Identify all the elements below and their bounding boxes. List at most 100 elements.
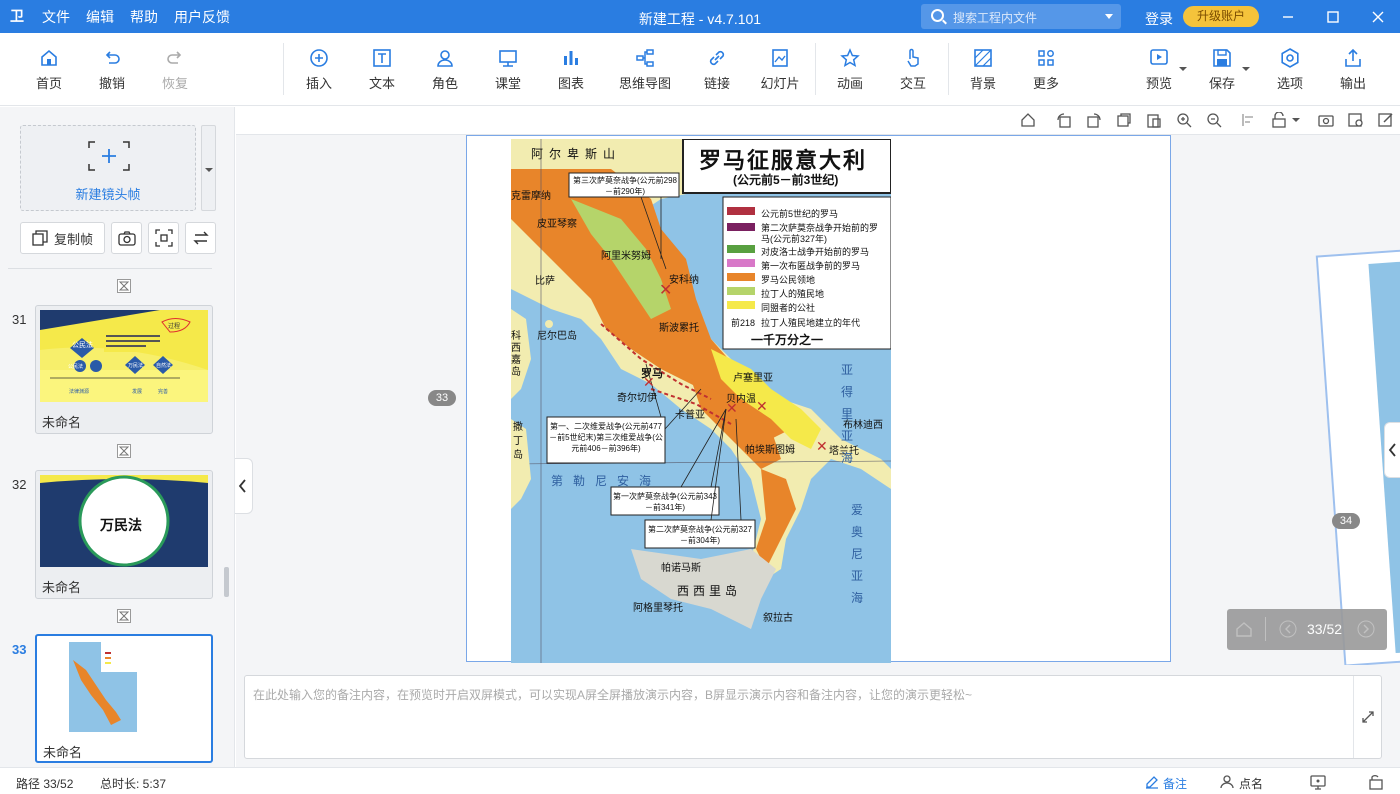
- chevron-down-icon[interactable]: [1242, 67, 1250, 75]
- menu-edit[interactable]: 编辑: [86, 7, 114, 27]
- insert-button[interactable]: 插入: [291, 47, 347, 92]
- play-icon: [1150, 49, 1168, 65]
- save-icon: [1213, 49, 1231, 67]
- background-button[interactable]: 背景: [955, 47, 1011, 92]
- redo-button[interactable]: 恢复: [147, 47, 203, 92]
- chart-icon: [564, 51, 578, 65]
- chevron-down-icon[interactable]: [1105, 14, 1113, 23]
- link-icon: [709, 50, 725, 66]
- link-button[interactable]: 链接: [689, 47, 745, 92]
- sidebar-scrollbar[interactable]: [224, 567, 229, 597]
- menu-file[interactable]: 文件: [42, 7, 70, 27]
- path-status: 路径 33/52: [16, 777, 74, 791]
- rollcall-button[interactable]: 点名: [1239, 775, 1263, 792]
- app-logo: 卫: [10, 8, 24, 24]
- close-button[interactable]: [1358, 0, 1398, 33]
- slide-canvas[interactable]: ✕ ✕ ✕ ✕ ✕ 罗马征服意大利 (公元前5－前3世纪) 公元前5世纪的罗马 …: [466, 135, 1171, 663]
- interaction-button[interactable]: 交互: [885, 47, 941, 92]
- home-icon[interactable]: [1235, 621, 1253, 637]
- mindmap-icon: [636, 49, 654, 67]
- role-icon: [437, 50, 453, 67]
- animation-button[interactable]: 动画: [822, 47, 878, 92]
- prev-page-icon[interactable]: [1279, 620, 1297, 638]
- notes-panel: 在此处输入您的备注内容，在预览时开启双屏模式，可以实现A屏全屏播放演示内容，B屏…: [236, 665, 1400, 767]
- status-bar: 路径 33/52 总时长: 5:37 备注 点名: [0, 767, 1400, 794]
- text-button[interactable]: 文本: [354, 47, 410, 92]
- lock-screen-icon[interactable]: [1367, 774, 1383, 790]
- transition-icon[interactable]: [117, 609, 131, 623]
- copy-icon[interactable]: [1116, 112, 1132, 128]
- lock-icon[interactable]: [1271, 112, 1287, 128]
- camera-button[interactable]: [111, 222, 142, 254]
- transition-icon[interactable]: [117, 444, 131, 458]
- notes-toggle-button[interactable]: 备注: [1163, 775, 1187, 792]
- chevron-left-icon: [238, 479, 246, 493]
- next-page-icon[interactable]: [1357, 620, 1375, 638]
- maximize-button[interactable]: [1313, 0, 1353, 33]
- undo-icon: [105, 51, 120, 64]
- options-button[interactable]: 选项: [1262, 47, 1318, 92]
- transition-icon[interactable]: [117, 279, 131, 293]
- frame-number: 32: [12, 477, 27, 492]
- new-frame-dropdown[interactable]: [201, 125, 216, 211]
- screenshot-icon[interactable]: [1348, 112, 1364, 128]
- thumb-33-image: [69, 642, 137, 732]
- frame-badge-next[interactable]: 34: [1332, 513, 1360, 529]
- search-input[interactable]: 搜索工程内文件: [921, 4, 1121, 29]
- collapse-right-panel-button[interactable]: [1384, 422, 1400, 478]
- home-button[interactable]: 首页: [21, 47, 77, 92]
- canvas-toolbar: [236, 107, 1400, 135]
- roman-conquest-map[interactable]: ✕ ✕ ✕ ✕ ✕ 罗马征服意大利 (公元前5－前3世纪) 公元前5世纪的罗马 …: [511, 139, 891, 663]
- login-link[interactable]: 登录: [1145, 9, 1173, 29]
- frame-thumbnail-32[interactable]: 万民法 未命名: [35, 470, 213, 599]
- menu-feedback[interactable]: 用户反馈: [174, 7, 230, 27]
- edit-icon[interactable]: [1378, 112, 1394, 128]
- menu-help[interactable]: 帮助: [130, 7, 158, 27]
- slideshow-button[interactable]: 幻灯片: [752, 47, 808, 92]
- minimize-button[interactable]: [1268, 0, 1308, 33]
- chevron-down-icon[interactable]: [1292, 118, 1300, 126]
- new-frame-button[interactable]: 新建镜头帧: [20, 125, 196, 211]
- classroom-button[interactable]: 课堂: [480, 47, 536, 92]
- more-grid-icon: [1038, 50, 1054, 66]
- undo-button[interactable]: 撤销: [84, 47, 140, 92]
- copy-frame-button[interactable]: 复制帧: [20, 222, 105, 254]
- search-placeholder: 搜索工程内文件: [953, 11, 1038, 25]
- home-icon: [41, 49, 57, 66]
- role-button[interactable]: 角色: [417, 47, 473, 92]
- rotate-left-icon[interactable]: [1056, 112, 1072, 128]
- screen-icon[interactable]: [1310, 774, 1326, 790]
- more-button[interactable]: 更多: [1018, 47, 1074, 92]
- swap-frame-button[interactable]: [185, 222, 216, 254]
- upgrade-button[interactable]: 升级账户: [1183, 6, 1259, 27]
- frame-thumbnail-33[interactable]: 未命名: [35, 634, 213, 763]
- collapse-sidebar-button[interactable]: [235, 458, 253, 514]
- paste-icon[interactable]: [1146, 112, 1162, 128]
- home-icon[interactable]: [1020, 112, 1036, 128]
- window-title: 新建工程 - v4.7.101: [638, 11, 762, 27]
- map-scale: 一千万分之一: [751, 333, 824, 347]
- camera-icon[interactable]: [1318, 112, 1334, 128]
- expand-notes-button[interactable]: [1353, 676, 1381, 758]
- text-icon: [373, 49, 391, 67]
- align-icon[interactable]: [1241, 112, 1257, 128]
- rotate-right-icon[interactable]: [1086, 112, 1102, 128]
- chart-button[interactable]: 图表: [543, 47, 599, 92]
- chevron-down-icon[interactable]: [1179, 67, 1187, 75]
- gear-icon: [1281, 48, 1299, 68]
- mindmap-button[interactable]: 思维导图: [610, 47, 680, 92]
- redo-icon: [167, 51, 182, 64]
- notes-textarea[interactable]: 在此处输入您的备注内容，在预览时开启双屏模式，可以实现A屏全屏播放演示内容，B屏…: [244, 675, 1382, 759]
- zoom-in-icon[interactable]: [1176, 112, 1192, 128]
- notes-icon: [1146, 776, 1158, 789]
- frame-thumbnail-31[interactable]: 公民法 过程 公民法 万民法 自然法 法律渊源 发展 完善 未命名: [35, 305, 213, 434]
- export-button[interactable]: 输出: [1325, 47, 1381, 92]
- svg-text:✕: ✕: [756, 399, 768, 415]
- map-subtitle: (公元前5－前3世纪): [733, 173, 839, 187]
- star-icon: [840, 48, 860, 68]
- classroom-icon: [499, 50, 517, 67]
- zoom-out-icon[interactable]: [1206, 112, 1222, 128]
- frame-badge-current[interactable]: 33: [428, 390, 456, 406]
- slideshow-icon: [772, 49, 788, 67]
- fit-frame-button[interactable]: [148, 222, 179, 254]
